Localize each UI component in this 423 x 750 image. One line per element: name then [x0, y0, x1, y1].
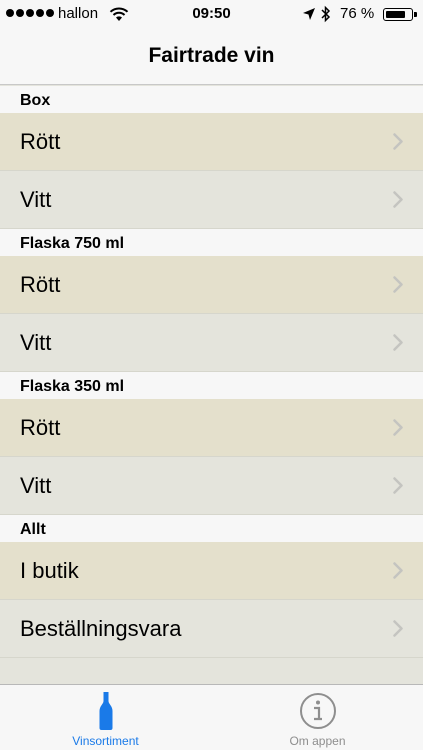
chevron-right-icon [393, 562, 403, 584]
chevron-right-icon [393, 334, 403, 356]
chevron-right-icon [393, 191, 403, 213]
section-header: Box [0, 86, 423, 113]
list-item[interactable]: Rött [0, 256, 423, 314]
list-item-label: Vitt [20, 473, 52, 498]
tab-vinsortiment[interactable]: Vinsortiment [0, 685, 211, 750]
list-item-label: Rött [20, 415, 61, 440]
list-item-label: I butik [20, 558, 79, 583]
battery-percent: 76 % [340, 5, 375, 22]
list-item[interactable]: Rött [0, 113, 423, 171]
list-item[interactable]: Vitt [0, 171, 423, 229]
tab-bar: Vinsortiment Om appen [0, 684, 423, 750]
chevron-right-icon [393, 419, 403, 441]
chevron-right-icon [393, 477, 403, 499]
page-title: Fairtrade vin [148, 44, 275, 67]
tab-label: Om appen [289, 734, 346, 748]
list-item[interactable]: Beställningsvara [0, 600, 423, 658]
bluetooth-icon [321, 5, 331, 23]
list-item[interactable]: I butik [0, 542, 423, 600]
section-header: Allt [0, 515, 423, 542]
section-header: Flaska 750 ml [0, 229, 423, 256]
info-icon [299, 693, 336, 729]
wine-category-list: Box Rött Vitt Flaska 750 ml Rött Vitt Flaska 3… [0, 86, 423, 658]
list-item-label: Rött [20, 129, 61, 154]
list-item-label: Vitt [20, 330, 52, 355]
tab-om-appen[interactable]: Om appen [212, 685, 423, 750]
list-item[interactable]: Rött [0, 399, 423, 457]
location-arrow-icon [303, 8, 315, 20]
navigation-bar: Fairtrade vin [0, 28, 423, 85]
status-bar: hallon 09:50 76 % [0, 0, 423, 28]
tab-label: Vinsortiment [72, 734, 139, 748]
chevron-right-icon [393, 133, 403, 155]
list-item-label: Vitt [20, 187, 52, 212]
list-item[interactable]: Vitt [0, 457, 423, 515]
battery-icon [383, 8, 417, 21]
list-item-label: Rött [20, 272, 61, 297]
list-item-label: Beställningsvara [20, 616, 182, 641]
wine-bottle-icon [99, 692, 112, 730]
chevron-right-icon [393, 620, 403, 642]
section-header: Flaska 350 ml [0, 372, 423, 399]
list-item[interactable]: Vitt [0, 314, 423, 372]
chevron-right-icon [393, 276, 403, 298]
